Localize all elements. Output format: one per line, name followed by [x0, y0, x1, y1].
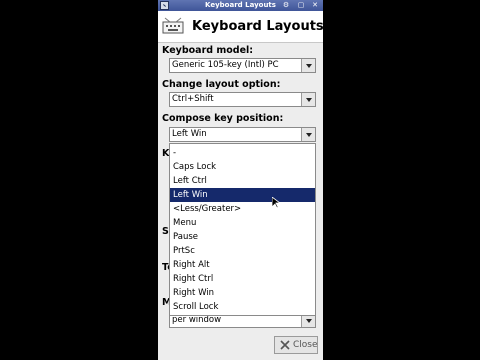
title-bar[interactable]: Keyboard Layouts ⚙ ▢ ✕	[158, 0, 323, 11]
dropdown-option[interactable]: Menu	[170, 216, 315, 230]
close-icon	[280, 340, 290, 350]
close-button[interactable]: Close	[274, 336, 318, 354]
dropdown-option[interactable]: Left Ctrl	[170, 174, 315, 188]
keyboard-model-combo[interactable]: Generic 105-key (Intl) PC	[169, 58, 316, 73]
close-button-label: Close	[293, 340, 318, 350]
change-layout-label: Change layout option:	[162, 79, 281, 90]
dropdown-option[interactable]: Right Ctrl	[170, 272, 315, 286]
compose-key-value: Left Win	[172, 129, 207, 139]
maximize-icon[interactable]: ▢	[297, 1, 305, 10]
compose-key-label: Compose key position:	[162, 113, 284, 124]
dropdown-option[interactable]: Caps Lock	[170, 160, 315, 174]
keyboard-model-value: Generic 105-key (Intl) PC	[172, 60, 279, 70]
gear-icon[interactable]: ⚙	[282, 1, 290, 10]
compose-key-dropdown[interactable]: - Caps Lock Left Ctrl Left Win <Less/Gre…	[169, 143, 316, 316]
dropdown-option[interactable]: Right Win	[170, 286, 315, 300]
dropdown-option[interactable]: Right Alt	[170, 258, 315, 272]
dropdown-option-selected[interactable]: Left Win	[170, 188, 315, 202]
dropdown-option[interactable]: Scroll Lock	[170, 300, 315, 314]
keyboard-icon	[162, 17, 184, 34]
mouse-pointer-icon	[272, 197, 280, 209]
compose-key-combo[interactable]: Left Win	[169, 127, 316, 142]
chevron-down-icon[interactable]	[301, 93, 315, 106]
dropdown-option[interactable]: Pause	[170, 230, 315, 244]
dropdown-option[interactable]: PrtSc	[170, 244, 315, 258]
change-layout-combo[interactable]: Ctrl+Shift	[169, 92, 316, 107]
keyboard-layouts-window: Keyboard Layouts ⚙ ▢ ✕ Keyboard Layouts …	[158, 0, 323, 360]
change-layout-value: Ctrl+Shift	[172, 94, 214, 104]
chevron-down-icon[interactable]	[301, 59, 315, 72]
close-window-icon[interactable]: ✕	[311, 1, 319, 10]
dropdown-option[interactable]: <Less/Greater>	[170, 202, 315, 216]
dropdown-option[interactable]: -	[170, 146, 315, 160]
dialog-title: Keyboard Layouts	[192, 19, 323, 34]
keyboard-model-label: Keyboard model:	[162, 45, 254, 56]
chevron-down-icon[interactable]	[301, 128, 315, 141]
dialog-header: Keyboard Layouts	[158, 11, 323, 43]
bottom-combo-value: per window	[172, 315, 222, 325]
